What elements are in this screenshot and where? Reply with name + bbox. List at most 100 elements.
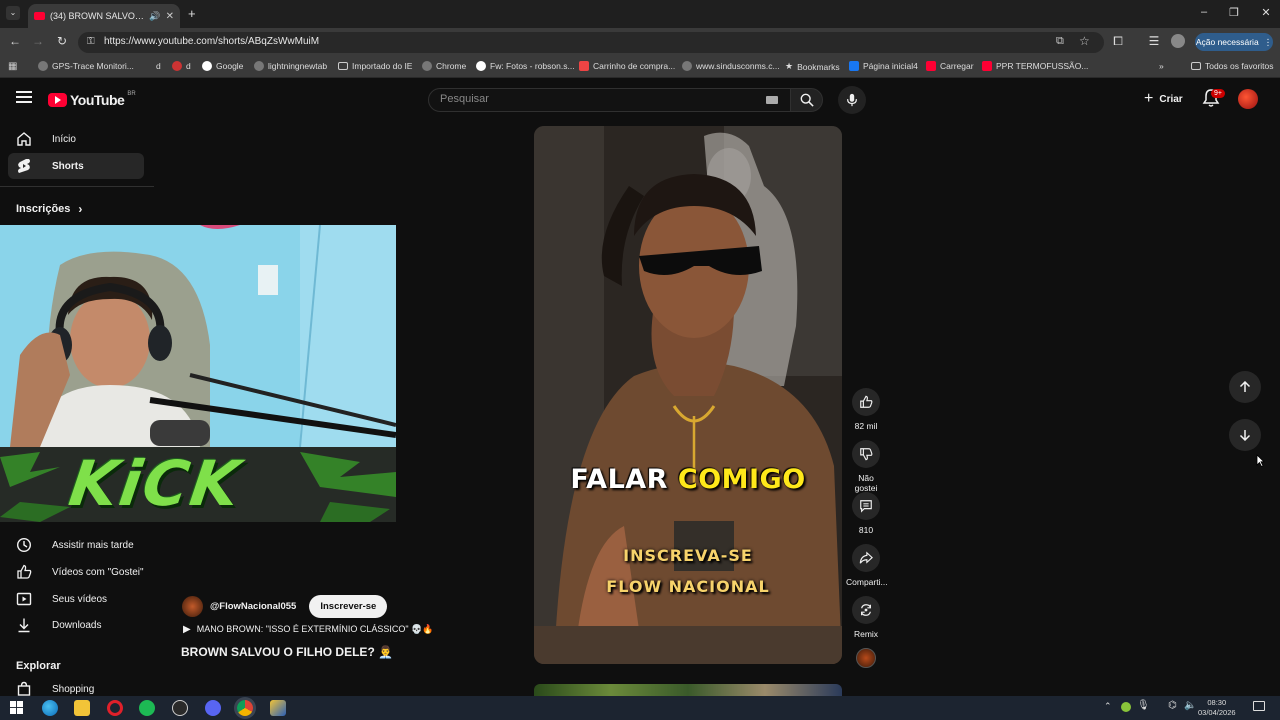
share-button[interactable] <box>852 544 880 572</box>
google-icon <box>202 61 212 71</box>
voice-search-button[interactable] <box>838 86 866 114</box>
back-icon[interactable]: ← <box>7 34 23 48</box>
browser-tab-active[interactable]: (34) BROWN SALVOU O FIL 🔊 ✕ <box>28 4 180 28</box>
chrome-icon[interactable] <box>237 700 253 716</box>
close-tab-icon[interactable]: ✕ <box>166 11 174 22</box>
speaker-icon[interactable]: 🔊 <box>149 11 160 22</box>
url-bar[interactable]: ⚿ https://www.youtube.com/shorts/ABqZsWw… <box>78 32 1104 53</box>
edge-icon[interactable] <box>42 700 58 716</box>
bookmark-item[interactable]: ★ Bookmarks <box>785 61 840 72</box>
bookmark-item[interactable]: d <box>156 61 161 71</box>
next-video-preview[interactable] <box>534 684 842 696</box>
bookmark-folder[interactable]: Importado do IE <box>338 61 412 71</box>
channel-avatar[interactable] <box>182 596 203 617</box>
restore-button[interactable]: ❐ <box>1224 6 1244 19</box>
new-tab-button[interactable]: + <box>188 6 196 21</box>
file-explorer-icon[interactable] <box>74 700 90 716</box>
logo-wordmark: YouTube <box>70 92 125 108</box>
forward-icon[interactable]: → <box>30 34 46 48</box>
dislike-button[interactable] <box>852 440 880 468</box>
discord-icon[interactable] <box>205 700 221 716</box>
youtube-icon <box>982 61 992 71</box>
opera-icon[interactable] <box>107 700 123 716</box>
tray-app-icon[interactable] <box>1121 702 1131 712</box>
plus-icon: + <box>1144 90 1154 107</box>
sidebar-item-watch-later[interactable]: Assistir mais tarde <box>8 532 144 558</box>
like-action[interactable]: 82 mil <box>846 388 886 431</box>
bookmark-item[interactable]: lightningnewtab <box>254 61 327 71</box>
tray-volume-icon[interactable]: 🔈 <box>1184 700 1196 711</box>
sidebar-item-home[interactable]: Início <box>8 126 144 152</box>
sound-row[interactable]: ▶ MANO BROWN: "ISSO É EXTERMÍNIO CLÁSSIC… <box>183 624 434 635</box>
hamburger-menu-icon[interactable] <box>16 91 32 103</box>
notification-center-icon[interactable] <box>1253 701 1265 711</box>
comments-action[interactable]: 810 <box>846 492 886 535</box>
create-button[interactable]: + Criar <box>1136 87 1191 111</box>
youtube-logo[interactable]: YouTube BR <box>48 91 136 108</box>
profile-icon[interactable] <box>1171 34 1185 48</box>
channel-name[interactable]: @FlowNacional055 <box>210 601 296 612</box>
tray-clock[interactable]: 08:30 03/04/2026 <box>1198 698 1236 718</box>
youtube-play-icon <box>48 93 67 107</box>
search-button[interactable] <box>790 88 823 112</box>
search-input[interactable]: Pesquisar <box>440 93 489 105</box>
close-window-button[interactable]: ✕ <box>1256 6 1276 19</box>
subscribe-button[interactable]: Inscrever-se <box>309 595 388 618</box>
bookmark-item[interactable]: d <box>172 61 191 71</box>
share-action[interactable]: Comparti... <box>846 544 888 587</box>
action-required-button[interactable]: Ação necessária ⋮ <box>1195 33 1273 51</box>
clock-date: 03/04/2026 <box>1198 708 1236 717</box>
remix-action[interactable]: Remix <box>846 596 886 639</box>
like-button[interactable] <box>852 388 880 416</box>
minimize-button[interactable]: – <box>1194 6 1214 18</box>
next-short-button[interactable] <box>1229 419 1261 451</box>
comments-button[interactable] <box>852 492 880 520</box>
bookmark-item[interactable]: Fw: Fotos - robson.s... <box>476 61 575 71</box>
app-icon[interactable] <box>270 700 286 716</box>
channel-avatar-small[interactable] <box>856 648 876 668</box>
account-avatar[interactable] <box>1238 89 1258 109</box>
tray-network-icon[interactable]: ⌬ <box>1168 700 1177 711</box>
all-favorites-folder[interactable]: Todos os favoritos <box>1191 61 1274 71</box>
bookmark-item[interactable]: PPR TERMOFUSSÃO... <box>982 61 1088 71</box>
extensions-icon[interactable]: ⧠ <box>1110 34 1126 49</box>
bookmark-star-icon[interactable]: ☆ <box>1079 34 1090 48</box>
install-app-icon[interactable]: ⧉ <box>1056 35 1064 48</box>
remix-icon <box>861 604 871 616</box>
play-square-icon <box>16 592 32 606</box>
globe-icon <box>422 61 432 71</box>
sidebar-item-liked-videos[interactable]: Vídeos com "Gostei" <box>8 559 144 585</box>
bookmark-item[interactable]: Carregar <box>926 61 974 71</box>
bookmark-item[interactable]: GPS-Trace Monitori... <box>38 61 134 71</box>
tray-mic-icon[interactable]: 🎙 <box>1137 700 1150 711</box>
keyboard-icon[interactable] <box>766 96 778 104</box>
bookmark-item[interactable]: www.sindusconms.c... <box>682 61 780 71</box>
windows-start-icon[interactable] <box>10 701 23 714</box>
reload-icon[interactable]: ↻ <box>54 34 70 48</box>
folder-icon <box>1191 62 1201 70</box>
app-icon[interactable] <box>172 700 188 716</box>
sidebar-item-your-videos[interactable]: Seus vídeos <box>8 586 144 612</box>
tab-list-button[interactable]: ⌄ <box>6 6 20 20</box>
url-text[interactable]: https://www.youtube.com/shorts/ABqZsWwMu… <box>104 36 319 47</box>
reading-list-icon[interactable]: ☰ <box>1146 34 1162 48</box>
bookmark-item[interactable]: Google <box>202 61 243 71</box>
cart-icon <box>579 61 589 71</box>
sidebar-item-shorts[interactable]: Shorts <box>8 153 144 179</box>
bookmark-item[interactable]: Carrinho de compra... <box>579 61 675 71</box>
dislike-action[interactable]: Não gostei <box>846 440 886 493</box>
spotify-icon[interactable] <box>139 700 155 716</box>
apps-grid-icon[interactable]: ▦ <box>8 61 17 72</box>
tray-chevron-icon[interactable]: ⌃ <box>1104 701 1112 712</box>
bookmark-item[interactable]: Página inicial4 <box>849 61 918 71</box>
bookmark-item[interactable]: Chrome <box>422 61 466 71</box>
subscriptions-header[interactable]: Inscrições › <box>16 202 82 216</box>
previous-short-button[interactable] <box>1229 371 1261 403</box>
youtube-icon <box>926 61 936 71</box>
site-info-icon[interactable]: ⚿ <box>87 36 95 47</box>
sidebar-item-downloads[interactable]: Downloads <box>8 612 144 638</box>
more-bookmarks-icon[interactable]: » <box>1159 61 1164 71</box>
remix-button[interactable] <box>852 596 880 624</box>
search-box[interactable]: Pesquisar <box>428 88 791 112</box>
shorts-video-player[interactable]: FALAR COMIGO INSCREVA-SE FLOW NACIONAL <box>534 126 842 664</box>
